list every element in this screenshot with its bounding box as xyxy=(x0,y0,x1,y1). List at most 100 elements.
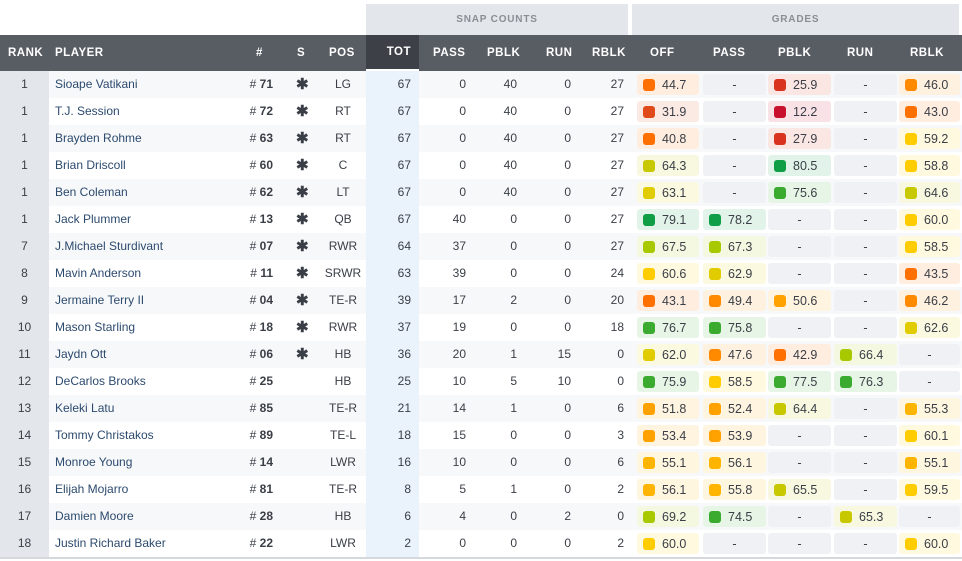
col-snap-run[interactable]: RUN xyxy=(546,35,572,71)
table-row[interactable]: 14 Tommy Christakos # 89 TE-L 18 15 0 0 3 53.4 53.… xyxy=(0,422,962,449)
table-row[interactable]: 11 Jaydn Ott # 06 ✱ HB 36 20 1 15 0 62.0 47.6 42.9 66… xyxy=(0,341,962,368)
player-name[interactable]: Brayden Rohme xyxy=(55,125,142,152)
rank-cell: 16 xyxy=(0,476,49,503)
table-row[interactable]: 8 Mavin Anderson # 11 ✱ SRWR 63 39 0 0 24 60.6 62.9… xyxy=(0,260,962,287)
position-cell: C xyxy=(338,158,348,172)
grade-pblk: 42.9 xyxy=(768,344,831,365)
player-name[interactable]: Jaydn Ott xyxy=(55,341,106,368)
player-name[interactable]: Mavin Anderson xyxy=(55,260,141,287)
col-rank[interactable]: RANK xyxy=(8,35,43,71)
col-pos[interactable]: POS xyxy=(329,35,355,71)
snaps-run: 15 xyxy=(557,347,571,361)
grade-value: 80.5 xyxy=(793,158,818,173)
grade-pass: 58.5 xyxy=(703,371,766,392)
player-name[interactable]: DeCarlos Brooks xyxy=(55,368,146,395)
table-row[interactable]: 1 Jack Plummer # 13 ✱ QB 67 40 0 0 27 79.1 78.2- -60… xyxy=(0,206,962,233)
col-player[interactable]: PLAYER xyxy=(55,35,104,71)
grade-color-swatch xyxy=(643,159,655,172)
snaps-pass: 40 xyxy=(452,212,466,226)
col-grade-pass[interactable]: PASS xyxy=(713,35,745,71)
col-tot[interactable]: TOT xyxy=(366,35,419,71)
player-name[interactable]: Justin Richard Baker xyxy=(55,530,166,557)
jersey-number-value: 25 xyxy=(259,374,273,388)
table-row[interactable]: 12 DeCarlos Brooks # 25 HB 25 10 5 10 0 75.9 58.5 7… xyxy=(0,368,962,395)
grade-run-empty: - xyxy=(834,182,897,203)
jersey-number-value: 07 xyxy=(259,239,273,253)
table-row[interactable]: 16 Elijah Mojarro # 81 TE-R 8 5 1 0 2 56.1 55.8 65.… xyxy=(0,476,962,503)
col-snap-pblk[interactable]: PBLK xyxy=(487,35,520,71)
table-row[interactable]: 15 Monroe Young # 14 LWR 16 10 0 0 6 55.1 56.1- -55… xyxy=(0,449,962,476)
col-grade-run[interactable]: RUN xyxy=(847,35,873,71)
table-row[interactable]: 9 Jermaine Terry II # 04 ✱ TE-R 39 17 2 0 20 43.1 4… xyxy=(0,287,962,314)
jersey-number-value: 06 xyxy=(259,347,273,361)
grade-color-swatch xyxy=(643,510,655,523)
table-row[interactable]: 7 J.Michael Sturdivant # 07 ✱ RWR 64 37 0 0 27 67.… xyxy=(0,233,962,260)
snaps-pass: 0 xyxy=(459,104,466,118)
player-name[interactable]: Tommy Christakos xyxy=(55,422,154,449)
grade-color-swatch xyxy=(643,132,655,145)
grade-value: 52.4 xyxy=(728,401,753,416)
jersey-number-value: 28 xyxy=(259,509,273,523)
player-name[interactable]: Damien Moore xyxy=(55,503,134,530)
jersey-number: # 81 xyxy=(249,482,273,496)
position-cell: TE-L xyxy=(329,428,356,442)
grade-run-empty: - xyxy=(834,209,897,230)
col-grade-rblk[interactable]: RBLK xyxy=(910,35,944,71)
snaps-total: 16 xyxy=(366,449,419,476)
rank-cell: 18 xyxy=(0,530,49,557)
player-name[interactable]: Jack Plummer xyxy=(55,206,131,233)
grade-color-swatch xyxy=(905,483,917,496)
grade-value: 46.0 xyxy=(924,77,949,92)
player-name[interactable]: Jermaine Terry II xyxy=(55,287,144,314)
snaps-pblk: 5 xyxy=(510,374,517,388)
rank-cell: 9 xyxy=(0,287,49,314)
snaps-total: 67 xyxy=(366,71,419,98)
grade-color-swatch xyxy=(709,510,721,523)
table-row[interactable]: 1 Brayden Rohme # 63 ✱ RT 67 0 40 0 27 40.8 - 27.9 - 5… xyxy=(0,125,962,152)
position-cell: TE-R xyxy=(329,293,357,307)
table-row[interactable]: 13 Keleki Latu # 85 TE-R 21 14 1 0 6 51.8 52.4 64.4… xyxy=(0,395,962,422)
table-row[interactable]: 1 Ben Coleman # 62 ✱ LT 67 0 40 0 27 63.1 - 75.6 - 64.… xyxy=(0,179,962,206)
grade-value: 25.9 xyxy=(793,77,818,92)
jersey-number: # 85 xyxy=(249,401,273,415)
player-name[interactable]: T.J. Session xyxy=(55,98,120,125)
grade-color-swatch xyxy=(905,537,917,550)
table-row[interactable]: 1 T.J. Session # 72 ✱ RT 67 0 40 0 27 31.9 - 12.2 - 43… xyxy=(0,98,962,125)
grade-color-swatch xyxy=(774,159,786,172)
table-row[interactable]: 1 Brian Driscoll # 60 ✱ C 67 0 40 0 27 64.3 - 80.5 - 5… xyxy=(0,152,962,179)
table-row[interactable]: 17 Damien Moore # 28 HB 6 4 0 2 0 69.2 74.5-65.3- xyxy=(0,503,962,530)
snaps-pblk: 40 xyxy=(503,104,517,118)
player-name[interactable]: J.Michael Sturdivant xyxy=(55,233,163,260)
snaps-pass: 14 xyxy=(452,401,466,415)
grade-value: 60.1 xyxy=(924,428,949,443)
player-name[interactable]: Brian Driscoll xyxy=(55,152,126,179)
asterisk-icon: ✱ xyxy=(296,103,309,120)
player-name[interactable]: Monroe Young xyxy=(55,449,132,476)
player-name[interactable]: Sioape Vatikani xyxy=(55,71,138,98)
grade-value: 64.6 xyxy=(924,185,949,200)
col-grade-off[interactable]: OFF xyxy=(650,35,675,71)
grade-off: 76.7 xyxy=(637,317,699,338)
grade-value: 60.0 xyxy=(924,536,949,551)
col-number[interactable]: # xyxy=(256,35,263,71)
snaps-run: 0 xyxy=(564,455,571,469)
col-grade-pblk[interactable]: PBLK xyxy=(778,35,811,71)
col-snap-rblk[interactable]: RBLK xyxy=(592,35,626,71)
jersey-number: # 89 xyxy=(249,428,273,442)
col-starter[interactable]: S xyxy=(297,35,305,71)
jersey-number: # 72 xyxy=(249,104,273,118)
player-name[interactable]: Elijah Mojarro xyxy=(55,476,128,503)
player-name[interactable]: Ben Coleman xyxy=(55,179,128,206)
grade-pblk: 27.9 xyxy=(768,128,831,149)
table-row[interactable]: 1 Sioape Vatikani # 71 ✱ LG 67 0 40 0 27 44.7 - 25.9… xyxy=(0,71,962,98)
grade-off: 60.6 xyxy=(637,263,699,284)
player-name[interactable]: Mason Starling xyxy=(55,314,135,341)
col-snap-pass[interactable]: PASS xyxy=(433,35,465,71)
snaps-pblk: 40 xyxy=(503,131,517,145)
grade-color-swatch xyxy=(774,105,786,118)
rank-cell: 17 xyxy=(0,503,49,530)
snaps-run: 0 xyxy=(564,401,571,415)
table-row[interactable]: 18 Justin Richard Baker # 22 LWR 2 0 0 0 2 60.0- -… xyxy=(0,530,962,557)
table-row[interactable]: 10 Mason Starling # 18 ✱ RWR 37 19 0 0 18 76.7 75.8… xyxy=(0,314,962,341)
player-name[interactable]: Keleki Latu xyxy=(55,395,114,422)
